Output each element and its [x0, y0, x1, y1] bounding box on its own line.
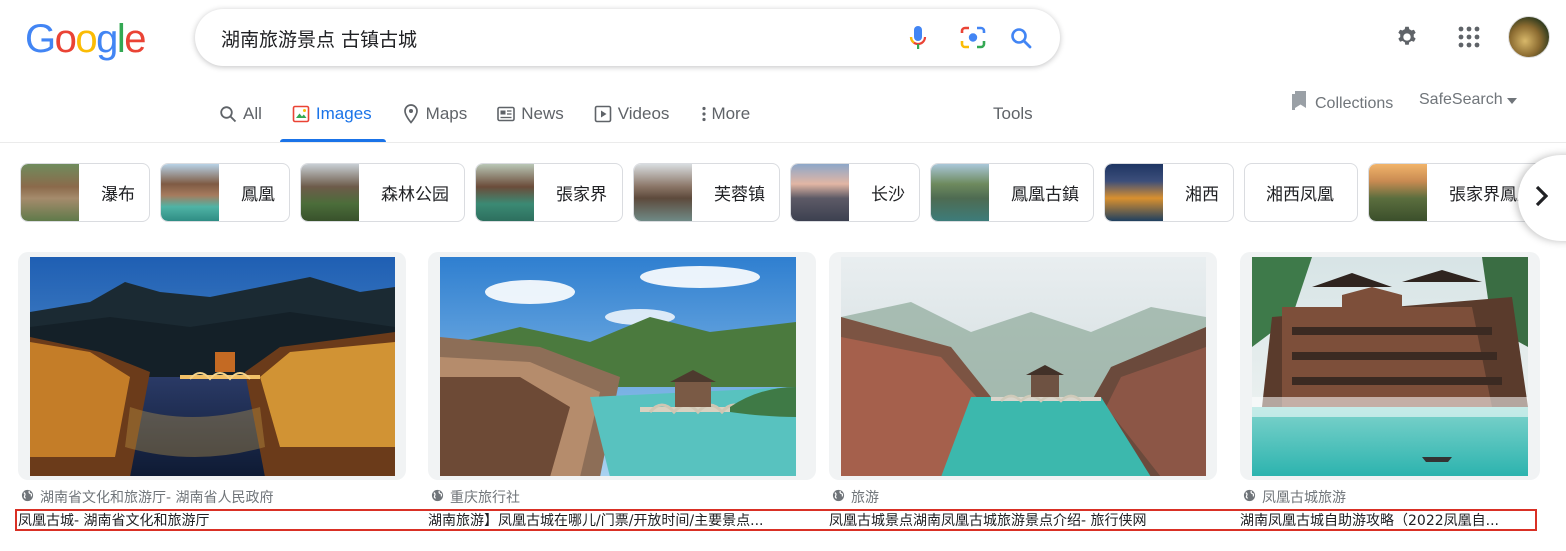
chip-thumbnail [791, 164, 849, 221]
tab-images[interactable]: Images [279, 100, 386, 142]
apps-grid-icon[interactable] [1452, 20, 1486, 54]
misty-river-photo [841, 257, 1206, 476]
globe-icon [21, 489, 34, 506]
result-source[interactable]: 湖南省文化和旅游厅- 湖南省人民政府 [21, 487, 274, 507]
chip-thumbnail [1369, 164, 1427, 221]
search-input[interactable] [221, 23, 861, 53]
result-title[interactable]: 凤凰古城景点湖南凤凰古城旅游景点介绍- 旅行侠网 [829, 510, 1205, 530]
source-name: 凤凰古城旅游 [1262, 490, 1346, 506]
night-town-photo [30, 257, 395, 476]
bookmark-icon [1291, 90, 1307, 117]
source-name: 重庆旅行社 [450, 490, 520, 506]
related-chips: 瀑布 鳳凰 森林公园 張家界 芙蓉镇 长沙 鳳凰古鎮 湘西 湘西凤凰 張家界鳳凰 [20, 163, 1566, 223]
result-title[interactable]: 湖南凤凰古城自助游攻略（2022凤凰自... [1240, 510, 1530, 530]
chip-furong-town[interactable]: 芙蓉镇 [633, 163, 780, 222]
source-name: 旅游 [851, 490, 879, 506]
tab-label: Videos [617, 104, 670, 123]
stilt-houses-photo [1252, 257, 1528, 476]
chip-label: 鳳凰古鎮 [1011, 185, 1079, 205]
tab-maps[interactable]: Maps [402, 100, 468, 142]
search-box [195, 9, 1060, 66]
microphone-icon[interactable] [903, 23, 933, 53]
chip-thumbnail [301, 164, 359, 221]
result-title[interactable]: 凤凰古城- 湖南省文化和旅游厅 [18, 510, 394, 530]
account-avatar[interactable] [1508, 16, 1550, 58]
chip-label: 瀑布 [101, 185, 135, 205]
gear-icon[interactable] [1390, 20, 1424, 54]
result-source[interactable]: 旅游 [832, 487, 879, 507]
map-pin-icon [402, 104, 420, 124]
tab-label: Maps [425, 104, 468, 123]
tab-videos[interactable]: Videos [594, 100, 670, 142]
chip-fenghuang-ancient-town[interactable]: 鳳凰古鎮 [930, 163, 1094, 222]
chip-label: 張家界 [556, 185, 607, 205]
chip-thumbnail [21, 164, 79, 221]
search-icon[interactable] [1006, 23, 1036, 53]
result-title[interactable]: 湖南旅游】凤凰古城在哪儿/门票/开放时间/主要景点... [428, 510, 804, 530]
result-thumbnail[interactable] [428, 252, 816, 480]
globe-icon [832, 489, 845, 506]
chip-thumbnail [634, 164, 692, 221]
tab-label: More [711, 104, 751, 123]
result-source[interactable]: 重庆旅行社 [431, 487, 520, 507]
tools-button[interactable]: Tools [993, 104, 1033, 124]
globe-icon [431, 489, 444, 506]
vertical-dots-icon [699, 105, 709, 123]
news-icon [497, 105, 516, 123]
chip-changsha[interactable]: 长沙 [790, 163, 920, 222]
result-source[interactable]: 凤凰古城旅游 [1243, 487, 1346, 507]
caret-down-icon [1506, 91, 1517, 109]
tab-label: Images [315, 104, 372, 123]
safesearch-label: SafeSearch [1419, 91, 1503, 108]
chip-label: 长沙 [871, 185, 905, 205]
search-icon [219, 105, 237, 123]
chip-thumbnail [931, 164, 989, 221]
google-logo[interactable]: Google [25, 17, 146, 61]
chip-waterfall[interactable]: 瀑布 [20, 163, 150, 222]
chip-label: 鳳凰 [241, 185, 275, 205]
tab-news[interactable]: News [497, 100, 564, 142]
chip-zhangjiajie[interactable]: 張家界 [475, 163, 623, 222]
chip-xiangxi[interactable]: 湘西 [1104, 163, 1234, 222]
source-name: 湖南省文化和旅游厅- 湖南省人民政府 [40, 490, 274, 506]
chip-label: 芙蓉镇 [714, 185, 765, 205]
play-icon [594, 105, 612, 123]
collections-label: Collections [1315, 94, 1394, 112]
camera-lens-icon[interactable] [958, 23, 988, 53]
result-thumbnail[interactable] [18, 252, 406, 480]
image-icon [292, 105, 310, 123]
chip-label: 湘西凤凰 [1266, 185, 1334, 205]
chip-label: 湘西 [1185, 185, 1219, 205]
tabs-divider [0, 142, 1566, 143]
chip-thumbnail [1105, 164, 1163, 221]
chip-thumbnail [161, 164, 219, 221]
globe-icon [1243, 489, 1256, 506]
chip-forest-park[interactable]: 森林公园 [300, 163, 465, 222]
chip-xiangxi-fenghuang[interactable]: 湘西凤凰 [1244, 163, 1358, 222]
chip-fenghuang[interactable]: 鳳凰 [160, 163, 290, 222]
search-tabs: All Images Maps News Videos More [219, 100, 780, 142]
chip-label: 森林公园 [381, 185, 449, 205]
tab-all[interactable]: All [219, 100, 262, 142]
chevron-right-icon [1534, 185, 1549, 212]
riverside-town-photo [440, 257, 796, 476]
result-thumbnail[interactable] [829, 252, 1217, 480]
tab-label: All [243, 104, 262, 123]
collections-button[interactable]: Collections [1291, 90, 1393, 117]
tab-more[interactable]: More [699, 100, 750, 142]
safesearch-dropdown[interactable]: SafeSearch [1419, 91, 1517, 109]
tab-label: News [521, 104, 564, 123]
result-thumbnail[interactable] [1240, 252, 1540, 480]
chip-thumbnail [476, 164, 534, 221]
